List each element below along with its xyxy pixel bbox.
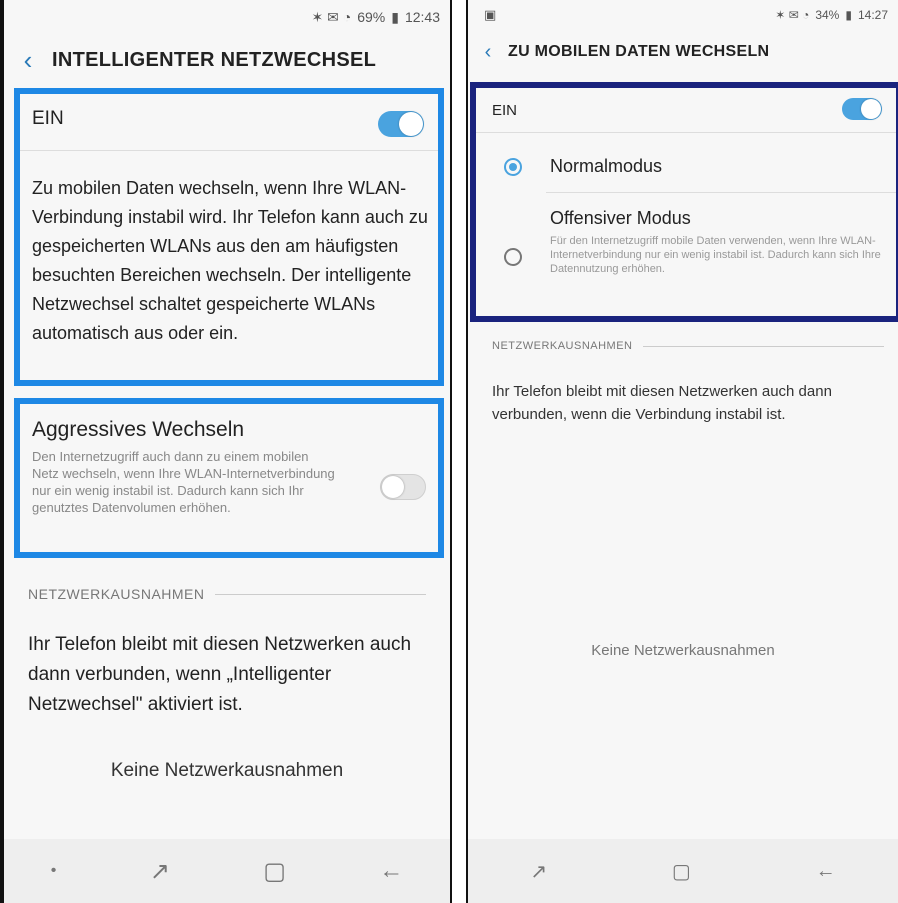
toggle-knob — [399, 112, 423, 136]
highlight-mode-settings: EIN Normalmodus Offensiver Modus Für den… — [470, 82, 898, 322]
recent-apps-icon[interactable]: ↗ — [150, 857, 170, 886]
left-screenshot: ✶ ✉ ◔ 69% ▮ 12:43 ‹ INTELLIGENTER NETZWE… — [0, 0, 452, 903]
battery-icon: ▮ — [391, 8, 399, 25]
normal-mode-label[interactable]: Normalmodus — [550, 156, 662, 177]
section-header-exceptions: NETZWERKAUSNAHMEN — [492, 340, 884, 352]
divider — [476, 132, 896, 133]
home-icon[interactable]: ▢ — [263, 857, 286, 886]
header-rule — [214, 593, 426, 595]
page-title: INTELLIGENTER NETZWECHSEL — [52, 48, 377, 71]
aggressive-toggle[interactable] — [380, 474, 426, 500]
navigation-bar: • ↗ ▢ ← — [4, 839, 450, 903]
right-screenshot: ▣ ✶ ✉ ◔ 34% ▮ 14:27 ‹ ZU MOBILEN DATEN W… — [466, 0, 898, 903]
normal-mode-radio[interactable] — [504, 158, 522, 176]
status-bar: ✶ ✉ ◔ 69% ▮ 12:43 — [4, 0, 450, 34]
home-icon[interactable]: ▢ — [672, 859, 691, 884]
offensive-mode-description: Für den Internetzugriff mobile Daten ver… — [550, 235, 881, 275]
exceptions-text: Ihr Telefon bleibt mit diesen Netzwerken… — [28, 634, 412, 715]
main-toggle[interactable] — [378, 111, 424, 137]
battery-level: 34% — [815, 8, 840, 22]
status-icons: ✶ ✉ ◔ — [775, 8, 810, 22]
main-toggle[interactable] — [842, 98, 882, 120]
offensive-mode-radio[interactable] — [504, 248, 522, 266]
toggle-knob — [861, 99, 881, 119]
status-icons: ✶ ✉ ◔ — [311, 8, 352, 25]
header-rule — [642, 345, 884, 347]
divider — [546, 192, 896, 193]
battery-level: 69% — [357, 9, 386, 25]
aggressive-title: Aggressives Wechseln — [32, 418, 245, 441]
page-title: ZU MOBILEN DATEN WECHSELN — [508, 43, 770, 60]
ein-label: EIN — [32, 108, 64, 129]
divider — [20, 150, 438, 151]
back-icon[interactable]: ← — [379, 857, 403, 885]
offensive-mode-label[interactable]: Offensiver Modus — [550, 208, 691, 229]
toggle-knob — [382, 476, 404, 498]
exceptions-text: Ihr Telefon bleibt mit diesen Netzwerken… — [492, 383, 832, 423]
setting-description: Zu mobilen Daten wechseln, wenn Ihre WLA… — [32, 178, 428, 343]
title-bar: ‹ INTELLIGENTER NETZWECHSEL — [4, 34, 450, 86]
recent-apps-icon[interactable]: ↗ — [530, 859, 547, 884]
nav-dot-icon: • — [50, 862, 57, 879]
clock: 12:43 — [404, 9, 440, 25]
section-header-exceptions: NETZWERKAUSNAHMEN — [28, 586, 426, 602]
battery-icon: ▮ — [845, 8, 852, 22]
status-bar: ▣ ✶ ✉ ◔ 34% ▮ 14:27 — [468, 0, 898, 30]
back-arrow-icon[interactable]: ‹ — [4, 45, 52, 76]
highlight-aggressive-switching: Aggressives Wechseln Den Internetzugriff… — [14, 398, 444, 558]
highlight-main-setting: EIN Zu mobilen Daten wechseln, wenn Ihre… — [14, 88, 444, 386]
clock: 14:27 — [857, 8, 888, 22]
navigation-bar: ↗ ▢ ← — [468, 839, 898, 903]
no-exceptions-label: Keine Netzwerkausnahmen — [591, 642, 775, 659]
no-exceptions-label: Keine Netzwerkausnahmen — [110, 760, 344, 781]
back-icon[interactable]: ← — [816, 860, 836, 883]
aggressive-description: Den Internetzugriff auch dann zu einem m… — [32, 449, 335, 515]
ein-label: EIN — [492, 102, 518, 119]
back-arrow-icon[interactable]: ‹ — [468, 41, 508, 64]
title-bar: ‹ ZU MOBILEN DATEN WECHSELN — [468, 30, 898, 74]
screen-icon: ▣ — [484, 7, 497, 22]
